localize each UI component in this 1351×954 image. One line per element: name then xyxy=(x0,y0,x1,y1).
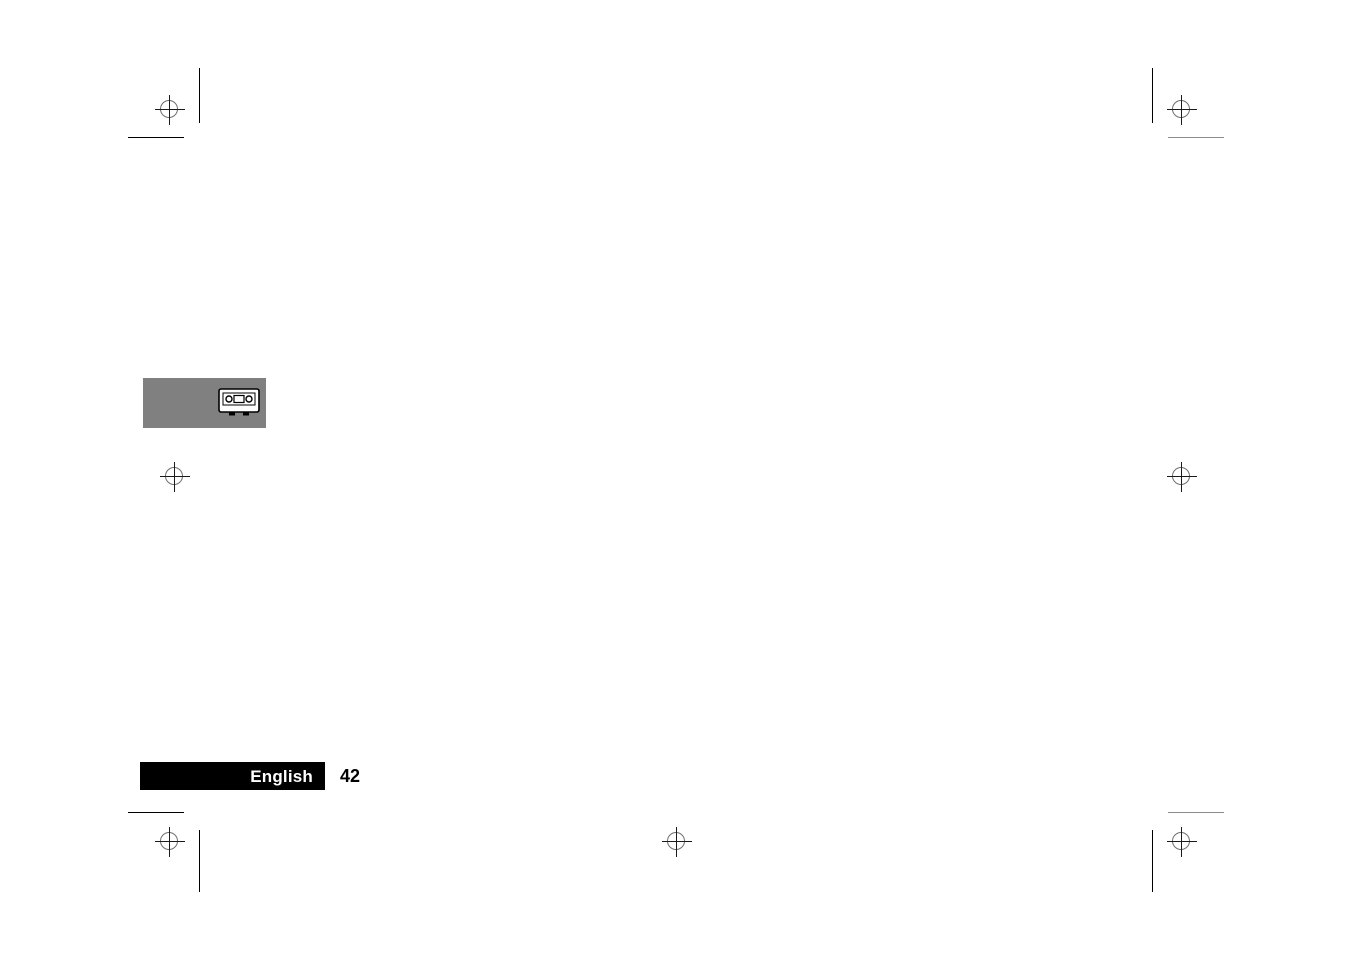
registration-vertical-tick xyxy=(174,462,175,492)
registration-horizontal-tick xyxy=(160,476,190,477)
crop-line-top-left-horizontal xyxy=(128,137,184,138)
footer-language-label: English xyxy=(250,766,313,786)
page-number: 42 xyxy=(340,766,361,786)
registration-mark-mid-left xyxy=(160,462,190,492)
registration-vertical-tick xyxy=(169,827,170,857)
crop-line-top-left-vertical xyxy=(199,68,200,123)
crop-line-bottom-right-horizontal xyxy=(1168,812,1224,813)
registration-vertical-tick xyxy=(1181,462,1182,492)
registration-mark-bottom-left xyxy=(155,827,185,857)
registration-horizontal-tick xyxy=(662,841,692,842)
footer-language-bar: English xyxy=(140,762,325,790)
crop-line-bottom-right-vertical xyxy=(1152,830,1153,892)
registration-mark-mid-right xyxy=(1167,462,1197,492)
registration-mark-bottom-right xyxy=(1167,827,1197,857)
registration-vertical-tick xyxy=(1181,95,1182,125)
crop-line-top-right-vertical xyxy=(1152,68,1153,123)
registration-horizontal-tick xyxy=(1167,109,1197,110)
illustration-panel xyxy=(143,378,266,428)
registration-vertical-tick xyxy=(169,95,170,125)
cassette-tape-icon xyxy=(217,387,261,420)
registration-mark-bottom-center xyxy=(662,827,692,857)
registration-horizontal-tick xyxy=(155,109,185,110)
registration-horizontal-tick xyxy=(155,841,185,842)
crop-line-bottom-left-horizontal xyxy=(128,812,184,813)
registration-vertical-tick xyxy=(676,827,677,857)
registration-horizontal-tick xyxy=(1167,476,1197,477)
crop-line-bottom-left-vertical xyxy=(199,830,200,892)
registration-mark-top-right xyxy=(1167,95,1197,125)
registration-horizontal-tick xyxy=(1167,841,1197,842)
crop-line-top-right-horizontal xyxy=(1168,137,1224,138)
registration-mark-top-left xyxy=(155,95,185,125)
registration-vertical-tick xyxy=(1181,827,1182,857)
